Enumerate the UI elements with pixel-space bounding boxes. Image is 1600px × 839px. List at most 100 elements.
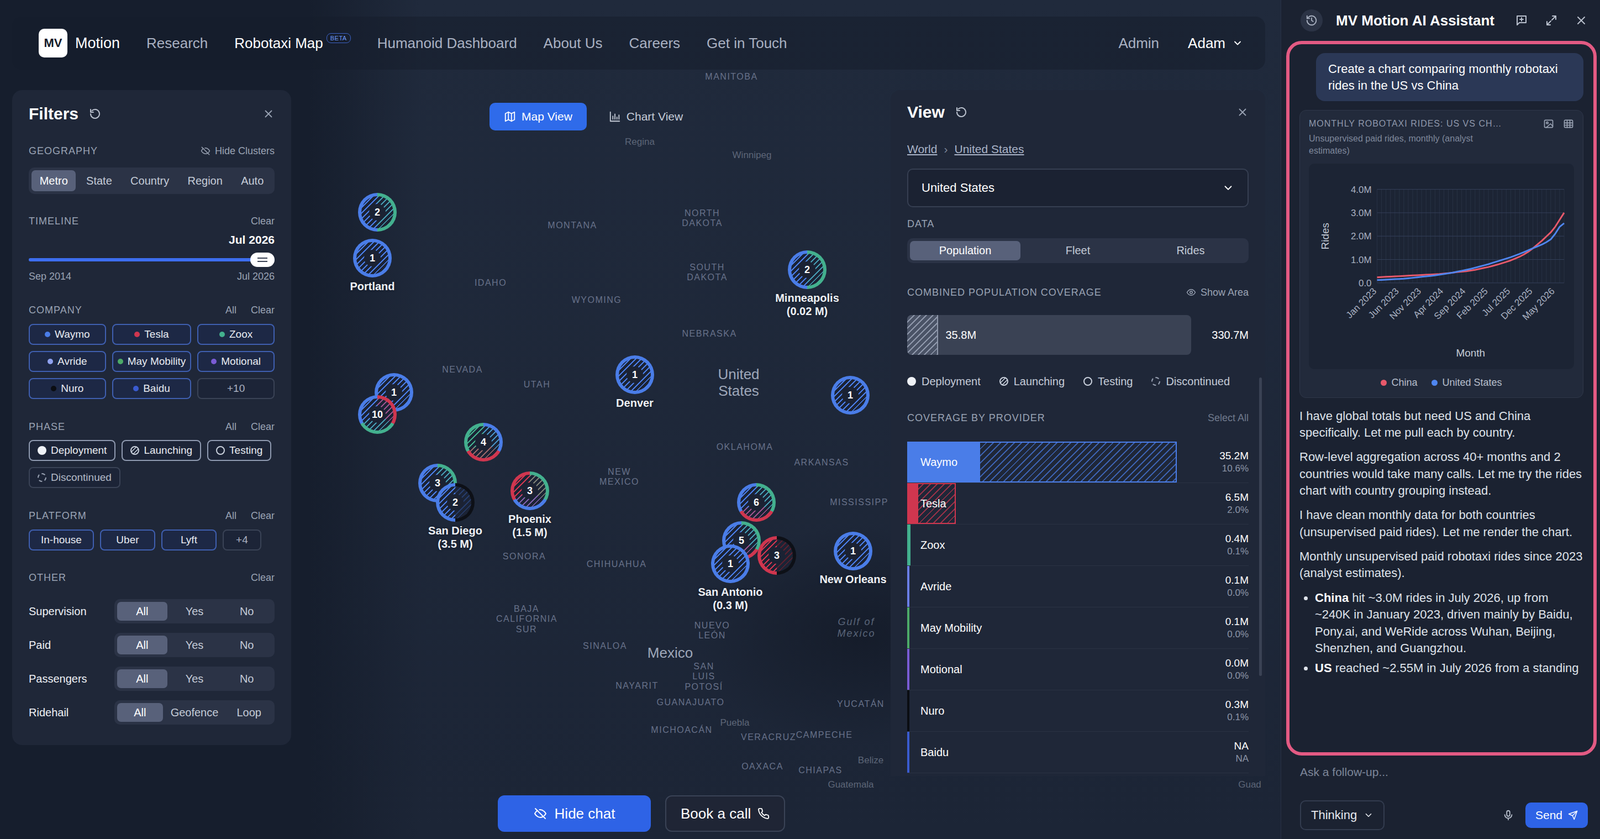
platform-chip[interactable]: Uber — [100, 529, 156, 551]
new-chat-icon[interactable] — [1514, 13, 1529, 28]
other-filter-option[interactable]: All — [117, 601, 168, 621]
map-marker[interactable]: 3 — [757, 535, 797, 575]
company-chip[interactable]: Waymo — [28, 323, 107, 345]
provider-row[interactable]: Tesla6.5M2.0% — [907, 482, 1249, 525]
send-button[interactable]: Send — [1525, 802, 1588, 828]
book-call-button[interactable]: Book a call — [665, 795, 786, 832]
show-area-button[interactable]: Show Area — [1186, 286, 1249, 299]
series-line[interactable] — [1376, 222, 1565, 280]
other-filter-option[interactable]: No — [221, 635, 272, 655]
view-toggle-button[interactable]: Chart View — [594, 102, 698, 131]
nav-link[interactable]: About Us — [543, 34, 603, 52]
legend-item[interactable]: United States — [1431, 376, 1502, 389]
provider-row[interactable]: Zoox0.4M0.1% — [907, 524, 1249, 566]
clear-button[interactable]: Clear — [250, 420, 275, 433]
nav-link[interactable]: Robotaxi MapBETA — [234, 34, 351, 52]
clear-button[interactable]: Clear — [250, 571, 275, 584]
reset-icon[interactable] — [88, 107, 102, 121]
map-marker[interactable]: 6 — [737, 482, 776, 522]
follow-up-input[interactable] — [1300, 762, 1588, 781]
mode-dropdown[interactable]: Thinking — [1300, 800, 1385, 830]
phase-chip[interactable]: Launching — [121, 439, 202, 461]
series-line[interactable] — [1376, 212, 1565, 277]
clear-button[interactable]: Clear — [250, 304, 275, 317]
microphone-icon[interactable] — [1502, 808, 1515, 821]
geography-tab[interactable]: Metro — [31, 170, 76, 192]
expand-icon[interactable] — [1544, 13, 1559, 28]
map-marker[interactable]: 2 — [358, 192, 397, 232]
select-all-button[interactable]: Select All — [1207, 412, 1249, 424]
data-tab[interactable]: Fleet — [1022, 240, 1134, 261]
map-marker[interactable]: 2San Diego(3.5 M) — [435, 482, 475, 522]
geography-tab[interactable]: Region — [179, 170, 231, 192]
region-select[interactable]: United States — [907, 168, 1249, 208]
map-marker[interactable]: 1New Orleans — [833, 531, 873, 571]
geography-tab[interactable]: Country — [122, 170, 177, 192]
close-icon[interactable] — [1574, 13, 1588, 28]
map-marker[interactable]: 1 — [830, 375, 870, 415]
geography-tab[interactable]: State — [77, 170, 120, 192]
map-marker[interactable]: 4 — [464, 422, 503, 462]
phase-chip[interactable]: Discontinued — [28, 466, 121, 488]
other-filter-option[interactable]: No — [221, 669, 272, 688]
other-filter-option[interactable]: Geofence — [165, 702, 225, 722]
admin-link[interactable]: Admin — [1118, 34, 1160, 52]
table-icon[interactable] — [1562, 118, 1575, 130]
other-filter-option[interactable]: Loop — [225, 702, 272, 722]
other-filter-option[interactable]: Yes — [169, 635, 220, 655]
breadcrumb-link[interactable]: World — [907, 142, 938, 156]
company-chip[interactable]: Nuro — [28, 377, 107, 399]
all-button[interactable]: All — [225, 509, 237, 522]
other-filter-option[interactable]: Yes — [169, 669, 220, 688]
history-button[interactable] — [1300, 9, 1323, 32]
map-marker[interactable]: 1Portland — [353, 238, 392, 278]
clear-button[interactable]: Clear — [250, 215, 275, 228]
company-chip[interactable]: May Mobility — [112, 350, 192, 372]
provider-row[interactable]: BaiduNANA — [907, 731, 1249, 773]
provider-row[interactable]: Waymo35.2M10.6% — [907, 441, 1249, 483]
all-button[interactable]: All — [225, 420, 237, 433]
nav-link[interactable]: Get in Touch — [706, 34, 788, 52]
other-filter-option[interactable]: No — [221, 601, 272, 621]
data-tab[interactable]: Rides — [1135, 240, 1246, 261]
user-menu[interactable]: Adam — [1187, 34, 1244, 52]
company-chip[interactable]: Tesla — [112, 323, 192, 345]
provider-row[interactable]: Nuro0.3M0.1% — [907, 690, 1249, 732]
legend-item[interactable]: China — [1380, 376, 1418, 389]
all-button[interactable]: All — [225, 304, 237, 317]
breadcrumb-link[interactable]: United States — [954, 142, 1024, 156]
hide-chat-button[interactable]: Hide chat — [497, 795, 651, 832]
map-marker[interactable]: 3Phoenix(1.5 M) — [510, 471, 550, 510]
line-chart[interactable]: 4.0M3.0M2.0M1.0M0.0Jan 2023Jun 2023Nov 2… — [1312, 166, 1571, 366]
timeline-slider[interactable] — [28, 251, 275, 268]
map-marker[interactable]: 2Minneapolis(0.02 M) — [787, 250, 827, 289]
map-marker[interactable]: 10 — [358, 395, 397, 434]
company-chip[interactable]: Avride — [28, 350, 107, 372]
logo[interactable]: MV — [38, 28, 68, 58]
other-filter-option[interactable]: All — [117, 702, 163, 722]
provider-row[interactable]: Avride0.1M0.0% — [907, 565, 1249, 608]
close-icon[interactable] — [262, 107, 275, 120]
company-chip[interactable]: Zoox — [197, 323, 275, 345]
nav-link[interactable]: Research — [146, 34, 208, 52]
phase-chip[interactable]: Deployment — [28, 439, 116, 461]
company-chip[interactable]: Baidu — [112, 377, 192, 399]
more-companies-chip[interactable]: +10 — [197, 377, 275, 399]
provider-row[interactable]: Motional0.0M0.0% — [907, 648, 1249, 691]
brand-name[interactable]: Motion — [75, 34, 120, 52]
close-icon[interactable] — [1236, 106, 1249, 119]
view-toggle-button[interactable]: Map View — [489, 102, 587, 131]
platform-chip[interactable]: In-house — [28, 529, 94, 551]
slider-thumb[interactable] — [250, 252, 275, 267]
other-filter-option[interactable]: Yes — [169, 601, 220, 621]
company-chip[interactable]: Motional — [197, 350, 275, 372]
scrollbar[interactable] — [1259, 377, 1262, 676]
data-tab[interactable]: Population — [909, 240, 1021, 261]
geography-tab[interactable]: Auto — [233, 170, 272, 192]
image-download-icon[interactable] — [1543, 118, 1555, 130]
other-filter-option[interactable]: All — [117, 635, 168, 655]
clear-button[interactable]: Clear — [250, 509, 275, 522]
hide-clusters-button[interactable]: Hide Clusters — [200, 145, 275, 157]
map-marker[interactable]: 1San Antonio(0.3 M) — [711, 544, 750, 583]
other-filter-option[interactable]: All — [117, 669, 168, 688]
